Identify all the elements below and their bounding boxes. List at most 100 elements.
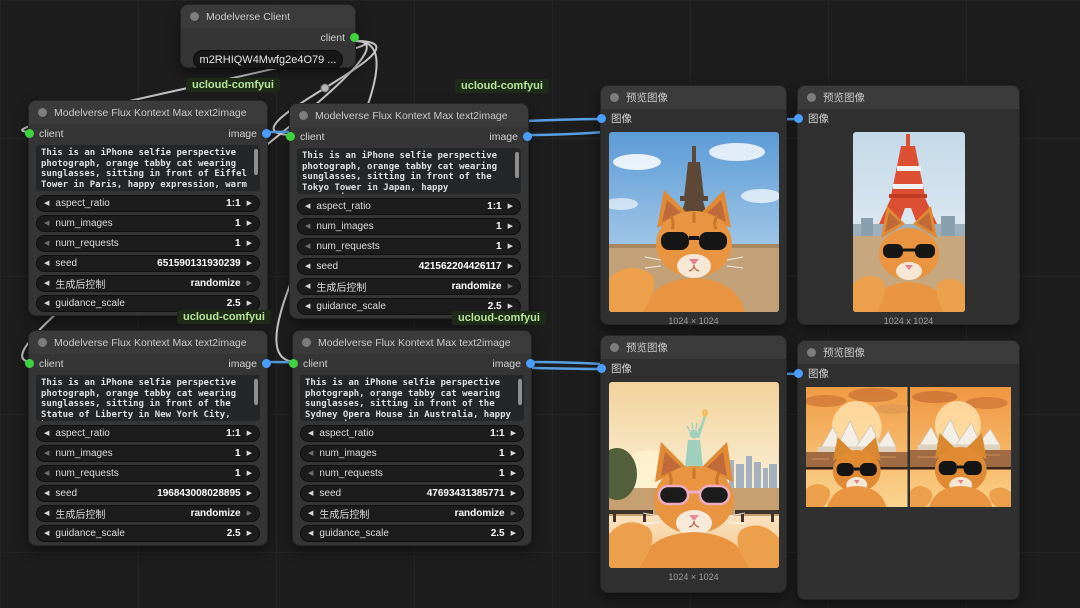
prompt-textarea[interactable]: This is an iPhone selfie perspective pho… [36,375,260,421]
decrement-arrow-icon[interactable]: ◀ [308,490,313,497]
decrement-arrow-icon[interactable]: ◀ [308,430,313,437]
decrement-arrow-icon[interactable]: ◀ [308,470,313,477]
widget-seed[interactable]: ◀seed421562204426117▶ [297,258,521,275]
flux-node-sydney[interactable]: Modelverse Flux Kontext Max text2image c… [292,330,532,546]
increment-arrow-icon[interactable]: ▶ [508,243,513,250]
prompt-textarea[interactable]: This is an iPhone selfie perspective pho… [36,145,260,191]
increment-arrow-icon[interactable]: ▶ [508,303,513,310]
node-title-bar[interactable]: Modelverse Flux Kontext Max text2image [290,104,528,127]
widget-num-images[interactable]: ◀num_images1▶ [36,445,260,462]
scrollbar[interactable] [254,149,258,175]
collapse-dot-icon[interactable] [190,12,199,21]
client-output-port[interactable] [350,33,359,42]
prompt-textarea[interactable]: This is an iPhone selfie perspective pho… [297,148,521,194]
widget-guidance-scale[interactable]: ◀guidance_scale2.5▶ [36,525,260,542]
collapse-dot-icon[interactable] [38,338,47,347]
preview-node-liberty[interactable]: 预览图像 图像 [600,335,787,593]
flux-node-eiffel[interactable]: Modelverse Flux Kontext Max text2image c… [28,100,268,316]
decrement-arrow-icon[interactable]: ◀ [44,450,49,457]
widget-num-images[interactable]: ◀num_images1▶ [36,215,260,232]
widget-num-requests[interactable]: ◀num_requests1▶ [297,238,521,255]
link-midpoint-dot[interactable] [321,84,329,92]
widget-aspect-ratio[interactable]: ◀aspect_ratio1:1▶ [36,195,260,212]
increment-arrow-icon[interactable]: ▶ [508,283,513,290]
widget-control-after-generate[interactable]: ◀生成后控制randomize▶ [36,275,260,292]
decrement-arrow-icon[interactable]: ◀ [308,530,313,537]
widget-seed[interactable]: ◀seed47693431385771▶ [300,485,524,502]
increment-arrow-icon[interactable]: ▶ [511,450,516,457]
widget-control-after-generate[interactable]: ◀生成后控制randomize▶ [300,505,524,522]
node-title-bar[interactable]: Modelverse Client [181,5,355,28]
client-input-port[interactable] [25,129,34,138]
collapse-dot-icon[interactable] [38,108,47,117]
decrement-arrow-icon[interactable]: ◀ [305,243,310,250]
increment-arrow-icon[interactable]: ▶ [247,470,252,477]
widget-aspect-ratio[interactable]: ◀aspect_ratio1:1▶ [300,425,524,442]
widget-aspect-ratio[interactable]: ◀aspect_ratio1:1▶ [36,425,260,442]
increment-arrow-icon[interactable]: ▶ [247,200,252,207]
increment-arrow-icon[interactable]: ▶ [247,300,252,307]
widget-aspect-ratio[interactable]: ◀aspect_ratio1:1▶ [297,198,521,215]
image-input-port[interactable] [597,364,606,373]
increment-arrow-icon[interactable]: ▶ [247,510,252,517]
decrement-arrow-icon[interactable]: ◀ [44,260,49,267]
image-input-port[interactable] [794,369,803,378]
increment-arrow-icon[interactable]: ▶ [247,490,252,497]
decrement-arrow-icon[interactable]: ◀ [308,510,313,517]
preview-node-eiffel[interactable]: 预览图像 图像 [600,85,787,325]
decrement-arrow-icon[interactable]: ◀ [44,530,49,537]
scrollbar[interactable] [515,152,519,178]
image-output-port[interactable] [526,359,535,368]
increment-arrow-icon[interactable]: ▶ [247,240,252,247]
collapse-dot-icon[interactable] [302,338,311,347]
widget-num-requests[interactable]: ◀num_requests1▶ [300,465,524,482]
increment-arrow-icon[interactable]: ▶ [511,530,516,537]
decrement-arrow-icon[interactable]: ◀ [44,430,49,437]
increment-arrow-icon[interactable]: ▶ [247,450,252,457]
decrement-arrow-icon[interactable]: ◀ [44,220,49,227]
decrement-arrow-icon[interactable]: ◀ [44,510,49,517]
node-title-bar[interactable]: Modelverse Flux Kontext Max text2image [293,331,531,354]
widget-seed[interactable]: ◀seed196843008028895▶ [36,485,260,502]
decrement-arrow-icon[interactable]: ◀ [305,203,310,210]
decrement-arrow-icon[interactable]: ◀ [44,300,49,307]
image-input-port[interactable] [794,114,803,123]
image-output-port[interactable] [262,359,271,368]
decrement-arrow-icon[interactable]: ◀ [305,283,310,290]
image-input-port[interactable] [597,114,606,123]
client-input-port[interactable] [289,359,298,368]
increment-arrow-icon[interactable]: ▶ [247,260,252,267]
node-title-bar[interactable]: Modelverse Flux Kontext Max text2image [29,331,267,354]
image-output-port[interactable] [262,129,271,138]
widget-control-after-generate[interactable]: ◀生成后控制randomize▶ [36,505,260,522]
decrement-arrow-icon[interactable]: ◀ [44,490,49,497]
decrement-arrow-icon[interactable]: ◀ [305,223,310,230]
flux-node-liberty[interactable]: Modelverse Flux Kontext Max text2image c… [28,330,268,546]
widget-guidance-scale[interactable]: ◀guidance_scale2.5▶ [300,525,524,542]
node-title-bar[interactable]: 预览图像 [798,86,1019,109]
increment-arrow-icon[interactable]: ▶ [508,263,513,270]
collapse-dot-icon[interactable] [610,343,619,352]
widget-seed[interactable]: ◀seed651590131930239▶ [36,255,260,272]
widget-num-requests[interactable]: ◀num_requests1▶ [36,465,260,482]
increment-arrow-icon[interactable]: ▶ [511,430,516,437]
decrement-arrow-icon[interactable]: ◀ [44,240,49,247]
decrement-arrow-icon[interactable]: ◀ [44,470,49,477]
node-title-bar[interactable]: Modelverse Flux Kontext Max text2image [29,101,267,124]
image-output-port[interactable] [523,132,532,141]
decrement-arrow-icon[interactable]: ◀ [44,280,49,287]
flux-node-tokyo[interactable]: Modelverse Flux Kontext Max text2image c… [289,103,529,319]
scrollbar[interactable] [518,379,522,405]
node-title-bar[interactable]: 预览图像 [798,341,1019,364]
collapse-dot-icon[interactable] [610,93,619,102]
client-node[interactable]: Modelverse Client client m2RHIQW4Mwfg2e4… [180,4,356,68]
decrement-arrow-icon[interactable]: ◀ [308,450,313,457]
node-title-bar[interactable]: 预览图像 [601,86,786,109]
collapse-dot-icon[interactable] [807,348,816,357]
client-input-port[interactable] [286,132,295,141]
increment-arrow-icon[interactable]: ▶ [511,470,516,477]
collapse-dot-icon[interactable] [807,93,816,102]
increment-arrow-icon[interactable]: ▶ [247,280,252,287]
increment-arrow-icon[interactable]: ▶ [511,490,516,497]
increment-arrow-icon[interactable]: ▶ [247,430,252,437]
